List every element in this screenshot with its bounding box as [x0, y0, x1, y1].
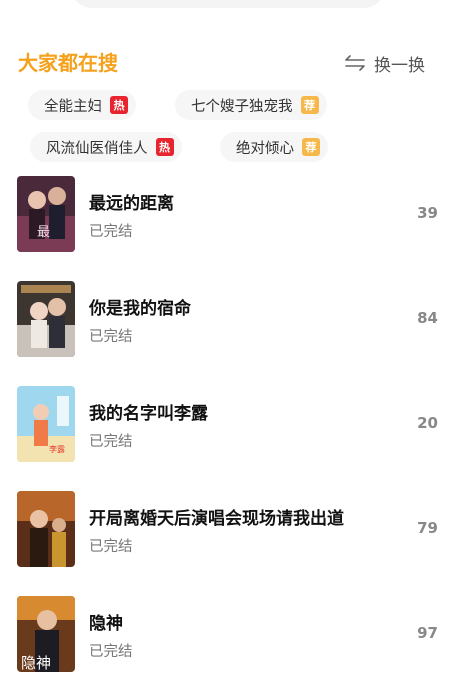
drama-status: 已完结	[89, 644, 133, 660]
drama-title: 最远的距离	[89, 194, 174, 214]
tag-chip[interactable]: 风流仙医俏佳人 热	[30, 132, 182, 162]
search-bar[interactable]	[72, 0, 384, 8]
recommend-badge: 荐	[300, 96, 319, 114]
hot-badge: 热	[110, 96, 128, 114]
drama-row[interactable]: 开局离婚天后演唱会现场请我出道 已完结 79	[17, 491, 441, 567]
drama-title: 隐神	[89, 614, 123, 634]
drama-cover[interactable]	[17, 281, 75, 357]
episode-count: 39	[417, 204, 438, 222]
swap-arrows-icon	[344, 54, 366, 72]
drama-cover[interactable]	[17, 491, 75, 567]
refresh-label: 换一换	[374, 55, 425, 76]
episode-count: 79	[417, 519, 438, 537]
episode-count: 84	[417, 309, 438, 327]
drama-row[interactable]: 最 最远的距离 已完结 39	[17, 176, 441, 252]
section-title: 大家都在搜	[18, 51, 118, 75]
drama-cover[interactable]: 隐神	[17, 596, 75, 672]
drama-status: 已完结	[89, 539, 133, 555]
drama-cover[interactable]: 最	[17, 176, 75, 252]
tag-chip[interactable]: 七个嫂子独宠我 荐	[175, 90, 327, 120]
tag-label: 七个嫂子独宠我	[191, 98, 293, 115]
refresh-button[interactable]: 换一换	[344, 48, 425, 78]
hot-search-header: 大家都在搜 换一换	[18, 48, 425, 78]
tag-chip[interactable]: 全能主妇 热	[28, 90, 136, 120]
recommend-badge: 荐	[302, 138, 320, 156]
tag-label: 绝对倾心	[236, 140, 294, 157]
drama-row[interactable]: 你是我的宿命 已完结 84	[17, 281, 441, 357]
drama-cover[interactable]: 李露	[17, 386, 75, 462]
tag-chip[interactable]: 绝对倾心 荐	[220, 132, 328, 162]
drama-status: 已完结	[89, 434, 133, 450]
hot-badge: 热	[155, 138, 174, 156]
drama-status: 已完结	[89, 329, 133, 345]
episode-count: 97	[417, 624, 438, 642]
svg-text:隐神: 隐神	[21, 654, 51, 672]
tag-label: 风流仙医俏佳人	[46, 140, 148, 157]
svg-text:最: 最	[37, 225, 50, 240]
drama-status: 已完结	[89, 224, 133, 240]
tag-label: 全能主妇	[44, 98, 102, 115]
svg-text:李露: 李露	[49, 444, 65, 454]
drama-row[interactable]: 李露 我的名字叫李露 已完结 20	[17, 386, 441, 462]
drama-title: 你是我的宿命	[89, 299, 191, 319]
drama-row[interactable]: 隐神 隐神 已完结 97	[17, 596, 441, 672]
episode-count: 20	[417, 414, 438, 432]
drama-title: 开局离婚天后演唱会现场请我出道	[89, 509, 344, 529]
drama-title: 我的名字叫李露	[89, 404, 208, 424]
